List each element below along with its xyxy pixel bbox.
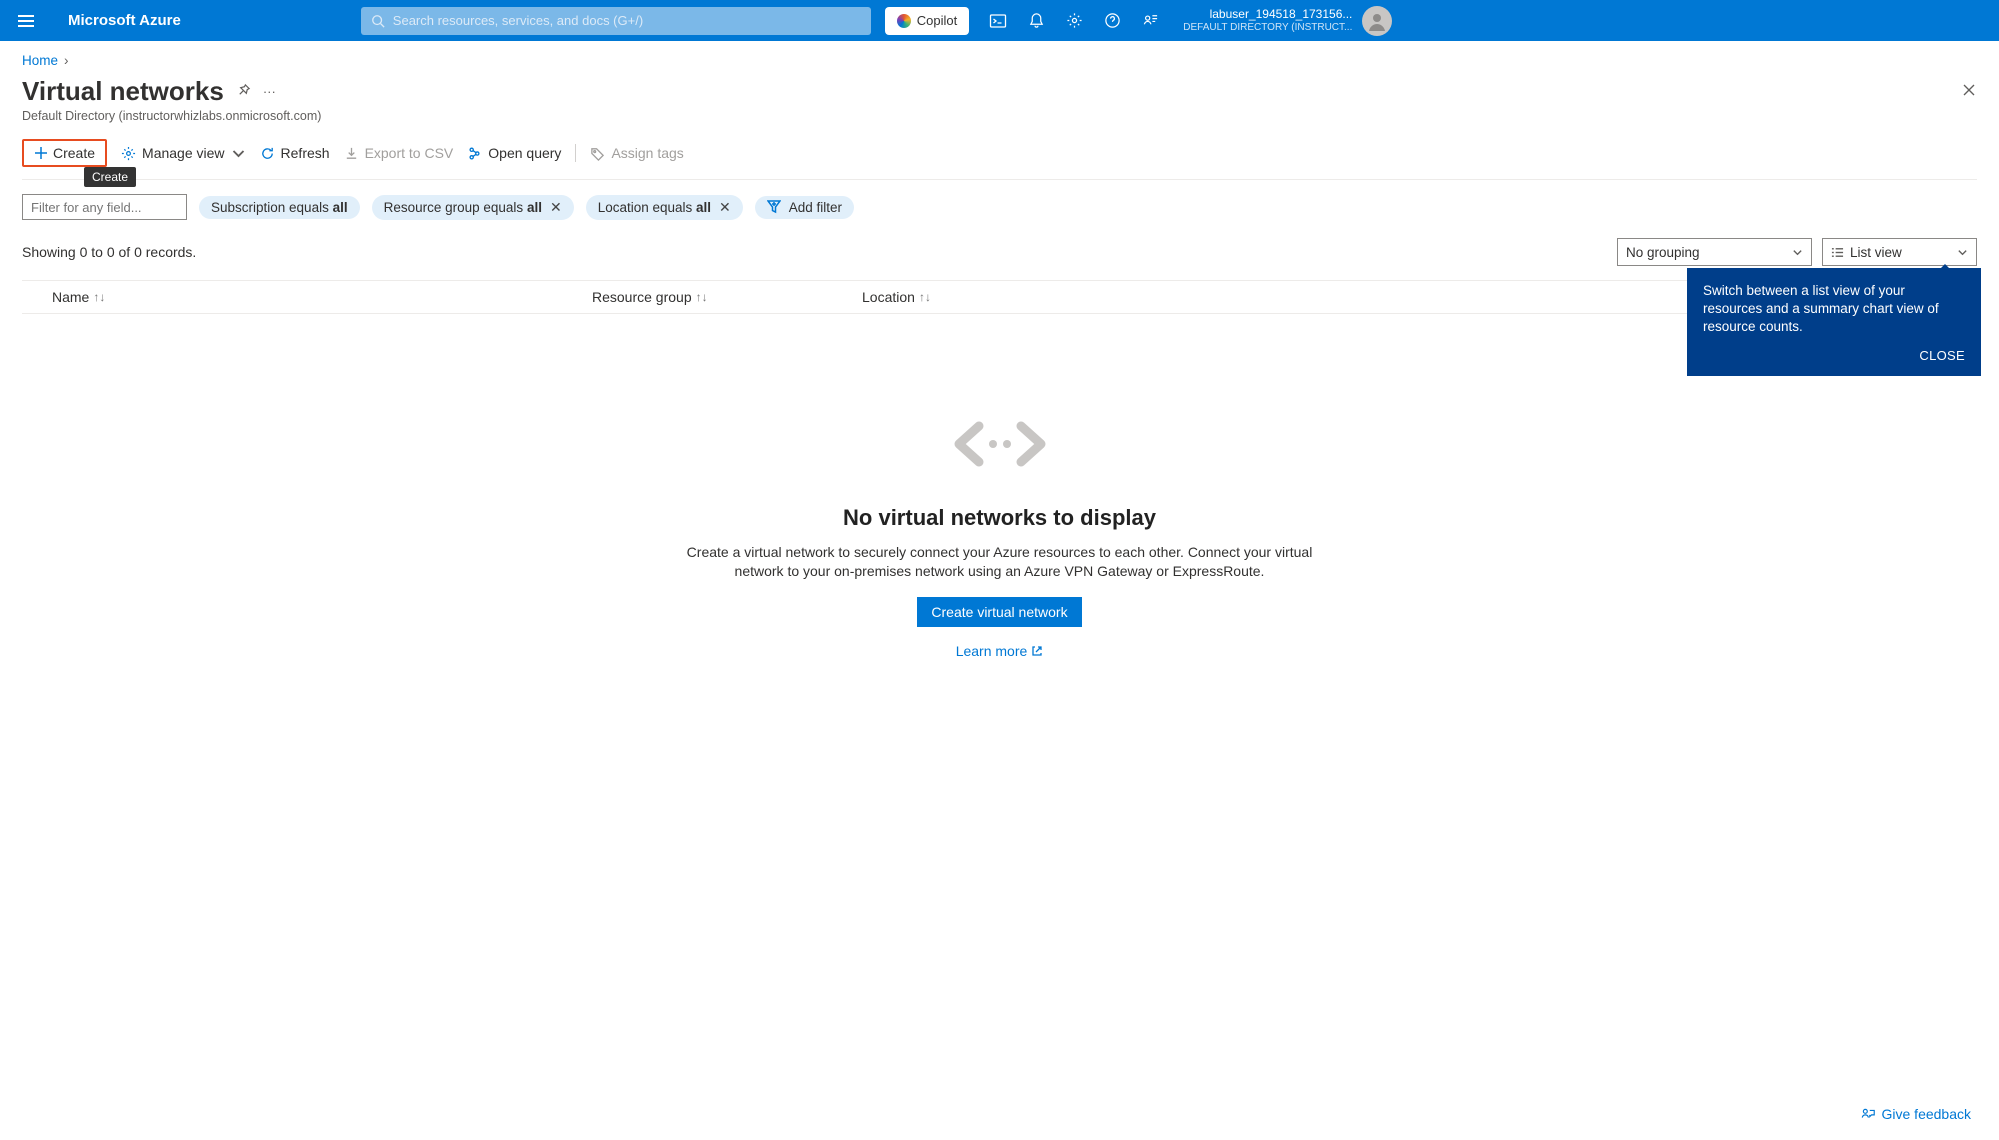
empty-title: No virtual networks to display — [22, 505, 1977, 531]
pin-icon[interactable] — [236, 83, 251, 101]
refresh-label: Refresh — [281, 145, 330, 161]
view-callout: Switch between a list view of your resou… — [1687, 268, 1981, 376]
copilot-label: Copilot — [917, 13, 957, 28]
column-location[interactable]: Location↑↓ — [862, 289, 1062, 305]
empty-state: No virtual networks to display Create a … — [22, 414, 1977, 659]
give-feedback-label: Give feedback — [1882, 1106, 1972, 1122]
export-csv-button[interactable]: Export to CSV — [344, 145, 454, 161]
sort-icon: ↑↓ — [696, 290, 708, 304]
help-icon[interactable] — [1103, 12, 1121, 30]
callout-close-button[interactable]: CLOSE — [1703, 347, 1965, 365]
empty-state-icon — [951, 414, 1049, 474]
close-icon[interactable] — [1961, 82, 1977, 101]
assign-tags-button[interactable]: Assign tags — [590, 145, 683, 161]
sort-icon: ↑↓ — [919, 290, 931, 304]
open-query-label: Open query — [488, 145, 561, 161]
filter-input[interactable] — [22, 194, 187, 220]
refresh-button[interactable]: Refresh — [260, 145, 330, 161]
user-directory-label: DEFAULT DIRECTORY (INSTRUCT... — [1183, 22, 1352, 34]
create-vnet-button[interactable]: Create virtual network — [917, 597, 1081, 627]
avatar — [1362, 6, 1392, 36]
empty-description: Create a virtual network to securely con… — [670, 543, 1330, 581]
add-filter-button[interactable]: Add filter — [755, 196, 854, 219]
learn-more-link[interactable]: Learn more — [956, 643, 1044, 659]
records-count: Showing 0 to 0 of 0 records. — [22, 244, 196, 260]
breadcrumb: Home › — [22, 53, 1977, 68]
manage-view-button[interactable]: Manage view — [121, 145, 246, 161]
filter-pill-resource-group[interactable]: Resource group equals all ✕ — [372, 195, 574, 220]
export-csv-label: Export to CSV — [365, 145, 454, 161]
column-name[interactable]: Name↑↓ — [52, 289, 592, 305]
grouping-select[interactable]: No grouping — [1617, 238, 1812, 266]
create-label: Create — [53, 145, 95, 161]
more-icon[interactable]: ··· — [263, 84, 276, 99]
page-title: Virtual networks — [22, 76, 224, 107]
manage-view-label: Manage view — [142, 145, 225, 161]
search-icon — [371, 14, 385, 28]
copilot-button[interactable]: Copilot — [885, 7, 969, 35]
brand-label[interactable]: Microsoft Azure — [68, 12, 181, 29]
search-input[interactable]: Search resources, services, and docs (G+… — [361, 7, 871, 35]
breadcrumb-home[interactable]: Home — [22, 53, 58, 68]
chevron-down-icon — [1957, 247, 1968, 258]
chevron-down-icon — [231, 146, 246, 161]
view-select[interactable]: List view — [1822, 238, 1977, 266]
filter-bar: Subscription equals all Resource group e… — [22, 194, 1977, 220]
remove-filter-icon[interactable]: ✕ — [719, 199, 731, 216]
filter-pill-location[interactable]: Location equals all ✕ — [586, 195, 743, 220]
list-view-icon — [1831, 246, 1844, 259]
table-header: Name↑↓ Resource group↑↓ Location↑↓ — [22, 280, 1977, 314]
user-name-label: labuser_194518_173156... — [1183, 8, 1352, 22]
settings-icon[interactable] — [1065, 12, 1083, 30]
view-value: List view — [1850, 245, 1902, 260]
external-link-icon — [1031, 645, 1043, 657]
notifications-icon[interactable] — [1027, 12, 1045, 30]
filter-pill-subscription[interactable]: Subscription equals all — [199, 196, 360, 219]
open-query-button[interactable]: Open query — [467, 145, 561, 161]
copilot-icon — [897, 14, 911, 28]
topbar-icon-group — [989, 12, 1159, 30]
assign-tags-label: Assign tags — [611, 145, 683, 161]
learn-more-label: Learn more — [956, 643, 1028, 659]
column-resource-group[interactable]: Resource group↑↓ — [592, 289, 862, 305]
remove-filter-icon[interactable]: ✕ — [550, 199, 562, 216]
user-account[interactable]: labuser_194518_173156... DEFAULT DIRECTO… — [1183, 6, 1392, 36]
cloud-shell-icon[interactable] — [989, 12, 1007, 30]
search-placeholder: Search resources, services, and docs (G+… — [393, 13, 643, 28]
grouping-value: No grouping — [1626, 245, 1700, 260]
callout-text: Switch between a list view of your resou… — [1703, 282, 1965, 337]
chevron-down-icon — [1792, 247, 1803, 258]
add-filter-label: Add filter — [789, 200, 842, 215]
page-subtitle: Default Directory (instructorwhizlabs.on… — [22, 109, 1977, 123]
command-bar: Create Create Manage view Refresh Export… — [22, 139, 1977, 180]
feedback-icon[interactable] — [1141, 12, 1159, 30]
sort-icon: ↑↓ — [93, 290, 105, 304]
create-button[interactable]: Create — [22, 139, 107, 167]
topbar: Microsoft Azure Search resources, servic… — [0, 0, 1999, 41]
give-feedback-button[interactable]: Give feedback — [1860, 1106, 1972, 1122]
menu-icon[interactable] — [12, 7, 40, 35]
create-tooltip: Create — [84, 167, 136, 187]
chevron-right-icon: › — [64, 53, 69, 68]
separator — [575, 144, 576, 162]
